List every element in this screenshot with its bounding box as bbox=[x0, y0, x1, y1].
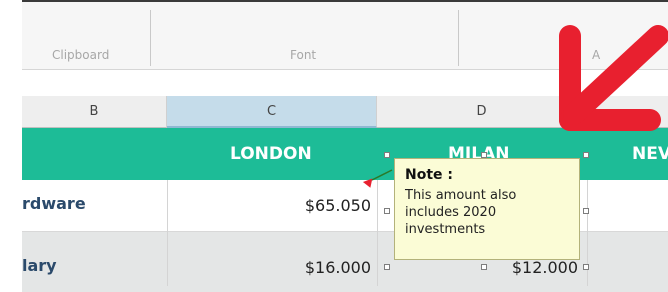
column-header-label: B bbox=[89, 104, 99, 119]
cell-gridline bbox=[167, 180, 168, 286]
cell-london-hardware[interactable]: $65.050 bbox=[240, 196, 371, 215]
resize-handle[interactable] bbox=[481, 152, 487, 158]
column-header-label: C bbox=[266, 103, 277, 119]
resize-handle[interactable] bbox=[384, 152, 390, 158]
cell-gridline bbox=[377, 180, 378, 286]
row-label-hardware[interactable]: rdware bbox=[22, 194, 86, 213]
ribbon-group-clipboard[interactable]: Clipboard bbox=[52, 48, 109, 62]
note-body: This amount also includes 2020 investmen… bbox=[405, 188, 517, 237]
ribbon-divider bbox=[150, 10, 151, 66]
ribbon-divider bbox=[458, 10, 459, 66]
row-label-salary[interactable]: lary bbox=[22, 256, 57, 275]
resize-handle[interactable] bbox=[384, 208, 390, 214]
red-arrow-icon bbox=[559, 25, 668, 131]
cell-gridline bbox=[587, 180, 588, 286]
header-cell-london[interactable]: LONDON bbox=[230, 128, 312, 180]
resize-handle[interactable] bbox=[583, 152, 589, 158]
resize-handle[interactable] bbox=[583, 208, 589, 214]
resize-handle[interactable] bbox=[384, 264, 390, 270]
column-header-c[interactable]: C bbox=[167, 96, 377, 128]
comment-note[interactable]: Note : This amount also includes 2020 in… bbox=[394, 158, 580, 260]
cell-london-salary[interactable]: $16.000 bbox=[240, 258, 371, 277]
resize-handle[interactable] bbox=[481, 264, 487, 270]
note-title: Note : bbox=[405, 167, 453, 183]
resize-handle[interactable] bbox=[583, 264, 589, 270]
column-header-label: D bbox=[476, 104, 487, 119]
column-header-b[interactable]: B bbox=[22, 96, 167, 128]
ribbon-group-font[interactable]: Font bbox=[290, 48, 316, 62]
